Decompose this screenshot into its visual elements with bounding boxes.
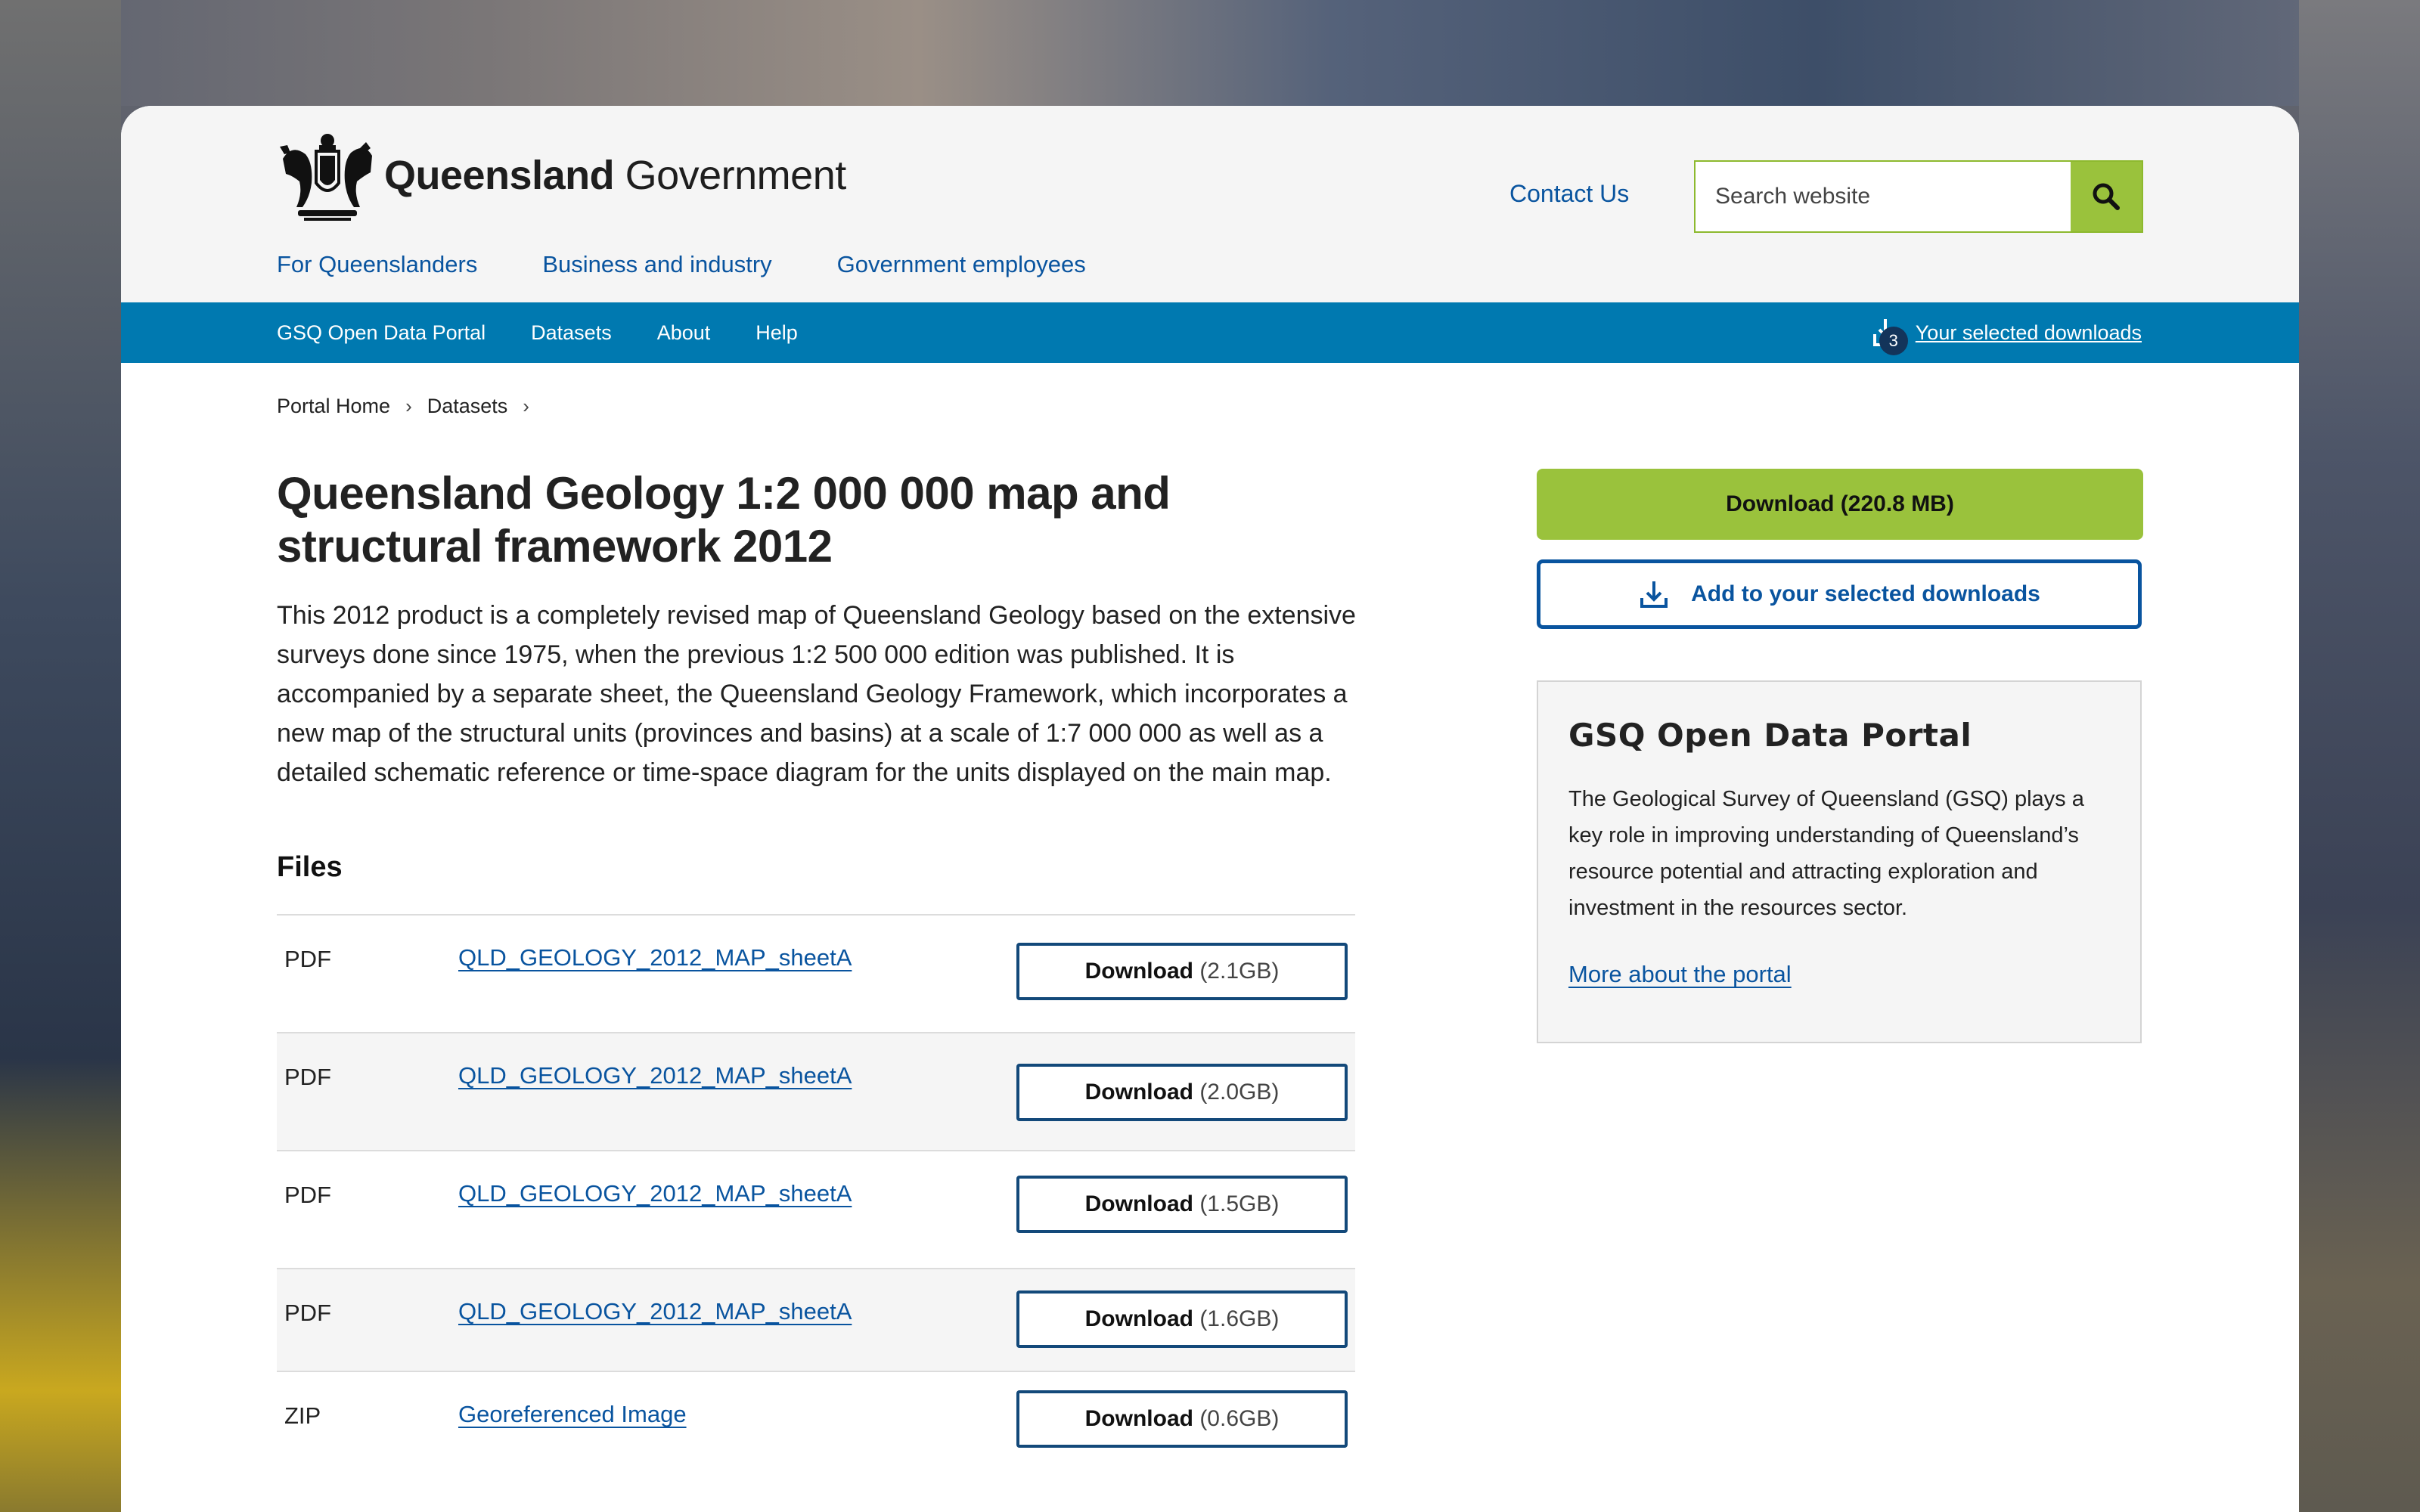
selected-downloads-link[interactable]: 3 Your selected downloads — [1870, 316, 2142, 355]
file-download-button[interactable]: Download (2.0GB) — [1016, 1064, 1348, 1121]
background-blur — [0, 0, 2420, 106]
portal-nav: GSQ Open Data Portal Datasets About Help — [277, 321, 798, 345]
sidebar: Download (220.8 MB) Add to your selected… — [1537, 469, 2143, 1043]
table-row: PDF QLD_GEOLOGY_2012_MAP_sheetA Download… — [277, 1269, 1355, 1371]
search-button[interactable] — [2071, 162, 2142, 231]
file-type: PDF — [284, 1064, 331, 1090]
table-row: PDF QLD_GEOLOGY_2012_MAP_sheetA Download… — [277, 1151, 1355, 1269]
background-blur-left — [0, 0, 121, 1512]
site-header: Queensland Government Contact Us For Que… — [121, 106, 2299, 302]
files-heading: Files — [277, 851, 343, 883]
coat-of-arms-icon — [280, 134, 372, 221]
breadcrumb-datasets[interactable]: Datasets — [427, 395, 508, 418]
table-row: PDF QLD_GEOLOGY_2012_MAP_sheetA Download… — [277, 915, 1355, 1033]
dataset-description: This 2012 product is a completely revise… — [277, 601, 1356, 787]
file-download-button[interactable]: Download (1.6GB) — [1016, 1290, 1348, 1348]
files-table: PDF QLD_GEOLOGY_2012_MAP_sheetA Download… — [277, 914, 1355, 1477]
chevron-right-icon: › — [405, 395, 412, 417]
table-row: ZIP Georeferenced Image Download (0.6GB) — [277, 1371, 1355, 1477]
more-about-portal-link[interactable]: More about the portal — [1568, 961, 1792, 988]
file-link[interactable]: Georeferenced Image — [458, 1401, 687, 1427]
selected-downloads-label: Your selected downloads — [1915, 321, 2142, 344]
subnav-datasets[interactable]: Datasets — [531, 321, 612, 345]
file-link[interactable]: QLD_GEOLOGY_2012_MAP_sheetA — [458, 1062, 852, 1089]
page-title: Queensland Geology 1:2 000 000 map and s… — [277, 468, 1171, 572]
file-type: PDF — [284, 1182, 331, 1208]
primary-nav: For Queenslanders Business and industry … — [277, 251, 1086, 278]
breadcrumb-portal-home[interactable]: Portal Home — [277, 395, 390, 418]
file-download-button[interactable]: Download (2.1GB) — [1016, 943, 1348, 1000]
selected-count-badge: 3 — [1879, 327, 1908, 355]
file-download-button[interactable]: Download (1.5GB) — [1016, 1176, 1348, 1233]
logo-wordmark: Queensland Government — [384, 153, 846, 198]
file-link[interactable]: QLD_GEOLOGY_2012_MAP_sheetA — [458, 944, 852, 971]
file-download-button[interactable]: Download (0.6GB) — [1016, 1390, 1348, 1448]
nav-business-industry[interactable]: Business and industry — [542, 251, 771, 278]
nav-government-employees[interactable]: Government employees — [837, 251, 1086, 278]
browser-window: Queensland Government Contact Us For Que… — [121, 106, 2299, 1512]
subnav-gsq-portal[interactable]: GSQ Open Data Portal — [277, 321, 486, 345]
add-to-selected-button[interactable]: Add to your selected downloads — [1537, 559, 2142, 629]
download-icon — [1640, 581, 1668, 608]
file-link[interactable]: QLD_GEOLOGY_2012_MAP_sheetA — [458, 1298, 852, 1325]
breadcrumb: Portal Home › Datasets › — [277, 395, 544, 418]
subnav-help[interactable]: Help — [755, 321, 798, 345]
info-box-text: The Geological Survey of Queensland (GSQ… — [1568, 787, 2084, 920]
subnav-about[interactable]: About — [657, 321, 711, 345]
file-type: ZIP — [284, 1402, 321, 1429]
download-tray-icon: 3 — [1870, 316, 1908, 355]
search-box — [1694, 160, 2143, 233]
background-blur-right — [2299, 0, 2420, 1512]
file-link[interactable]: QLD_GEOLOGY_2012_MAP_sheetA — [458, 1180, 852, 1207]
nav-for-queenslanders[interactable]: For Queenslanders — [277, 251, 477, 278]
portal-nav-bar: GSQ Open Data Portal Datasets About Help… — [121, 302, 2299, 363]
file-type: PDF — [284, 946, 331, 972]
table-row: PDF QLD_GEOLOGY_2012_MAP_sheetA Download… — [277, 1033, 1355, 1151]
add-to-selected-label: Add to your selected downloads — [1691, 581, 2040, 606]
qld-gov-logo[interactable]: Queensland Government — [277, 129, 846, 222]
search-input[interactable] — [1696, 162, 2071, 231]
portal-info-box: GSQ Open Data Portal The Geological Surv… — [1537, 680, 2142, 1043]
chevron-right-icon: › — [523, 395, 529, 417]
file-type: PDF — [284, 1300, 331, 1326]
contact-us-link[interactable]: Contact Us — [1509, 180, 1629, 208]
dataset-main: Queensland Geology 1:2 000 000 map and s… — [277, 467, 1358, 1477]
search-icon — [2093, 183, 2120, 210]
download-all-button[interactable]: Download (220.8 MB) — [1537, 469, 2143, 540]
info-box-title: GSQ Open Data Portal — [1568, 717, 1972, 754]
